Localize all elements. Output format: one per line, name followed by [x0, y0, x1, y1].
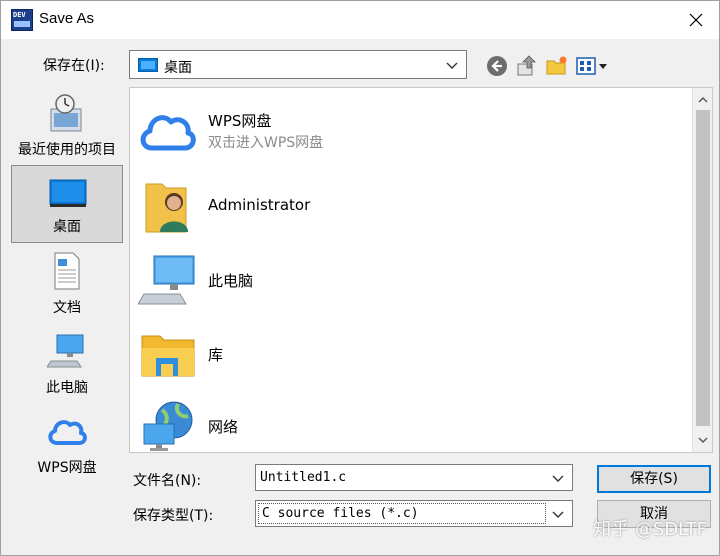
place-label: 此电脑	[46, 380, 88, 396]
file-list[interactable]: WPS网盘 双击进入WPS网盘 Administrator 此电脑 库 网络	[129, 87, 713, 453]
place-label: 文档	[53, 300, 81, 316]
scroll-up-icon[interactable]	[697, 94, 709, 106]
place-label: 桌面	[53, 219, 81, 235]
chevron-down-icon	[552, 511, 564, 518]
filetype-label: 保存类型(T):	[133, 508, 214, 524]
places-bar: 最近使用的项目 桌面 文档 此电脑 WPS网盘	[9, 87, 127, 476]
scroll-down-icon[interactable]	[697, 434, 709, 446]
title-bar: DEV Save As	[1, 1, 719, 39]
filetype-value: C source files (*.c)	[258, 503, 546, 524]
computer-icon	[47, 334, 84, 368]
list-item[interactable]: 网络	[138, 392, 678, 458]
file-subtitle: 双击进入WPS网盘	[208, 135, 324, 151]
place-this-pc[interactable]: 此电脑	[11, 325, 123, 403]
cloud-icon	[48, 420, 87, 445]
filename-value: Untitled1.c	[260, 470, 347, 485]
app-icon-text: DEV	[13, 11, 26, 19]
filename-input[interactable]: Untitled1.c	[255, 464, 573, 491]
up-folder-icon[interactable]	[515, 54, 539, 78]
filetype-combobox[interactable]: C source files (*.c)	[255, 500, 573, 527]
list-item[interactable]: 库	[138, 320, 678, 386]
place-documents[interactable]: 文档	[11, 245, 123, 323]
save-in-combobox[interactable]: 桌面	[129, 50, 467, 79]
desktop-icon	[49, 179, 87, 207]
chevron-down-icon[interactable]	[550, 470, 566, 486]
window-title: Save As	[39, 10, 95, 27]
new-folder-icon[interactable]	[545, 54, 569, 78]
file-name: 库	[208, 346, 224, 364]
user-folder-icon	[145, 183, 188, 233]
place-wps-cloud[interactable]: WPS网盘	[11, 405, 123, 483]
computer-icon	[138, 255, 195, 305]
list-item[interactable]: 此电脑	[138, 246, 678, 312]
back-icon[interactable]	[485, 54, 509, 78]
view-menu-icon[interactable]	[575, 54, 611, 78]
list-item[interactable]: WPS网盘 双击进入WPS网盘	[138, 100, 678, 166]
place-label: 最近使用的项目	[18, 142, 116, 158]
file-name: Administrator	[208, 196, 311, 214]
save-button[interactable]: 保存(S)	[597, 465, 711, 493]
place-recent[interactable]: 最近使用的项目	[11, 87, 123, 165]
save-in-label: 保存在(I):	[43, 58, 105, 74]
place-desktop[interactable]: 桌面	[11, 165, 123, 243]
vertical-scrollbar[interactable]	[692, 88, 712, 452]
file-name: 此电脑	[208, 272, 254, 290]
filename-label: 文件名(N):	[133, 473, 202, 489]
save-as-dialog: DEV Save As 保存在(I): 桌面 最近使用的项目 桌面 文档 此电脑…	[0, 0, 720, 556]
save-in-value: 桌面	[164, 60, 192, 76]
file-name: WPS网盘	[208, 112, 272, 130]
chevron-down-icon	[446, 62, 458, 69]
file-name: 网络	[208, 418, 239, 436]
close-icon[interactable]	[683, 7, 709, 33]
network-icon	[143, 401, 193, 451]
desktop-icon	[138, 58, 158, 72]
library-folder-icon	[141, 335, 195, 377]
documents-icon	[54, 252, 80, 290]
scroll-thumb[interactable]	[696, 110, 710, 426]
recent-icon	[50, 94, 82, 132]
place-label: WPS网盘	[37, 460, 97, 476]
dev-cpp-app-icon: DEV	[11, 9, 33, 31]
watermark: 知乎 @SDLTF	[593, 519, 707, 540]
list-item[interactable]: Administrator	[138, 172, 678, 238]
cloud-icon	[140, 115, 196, 151]
